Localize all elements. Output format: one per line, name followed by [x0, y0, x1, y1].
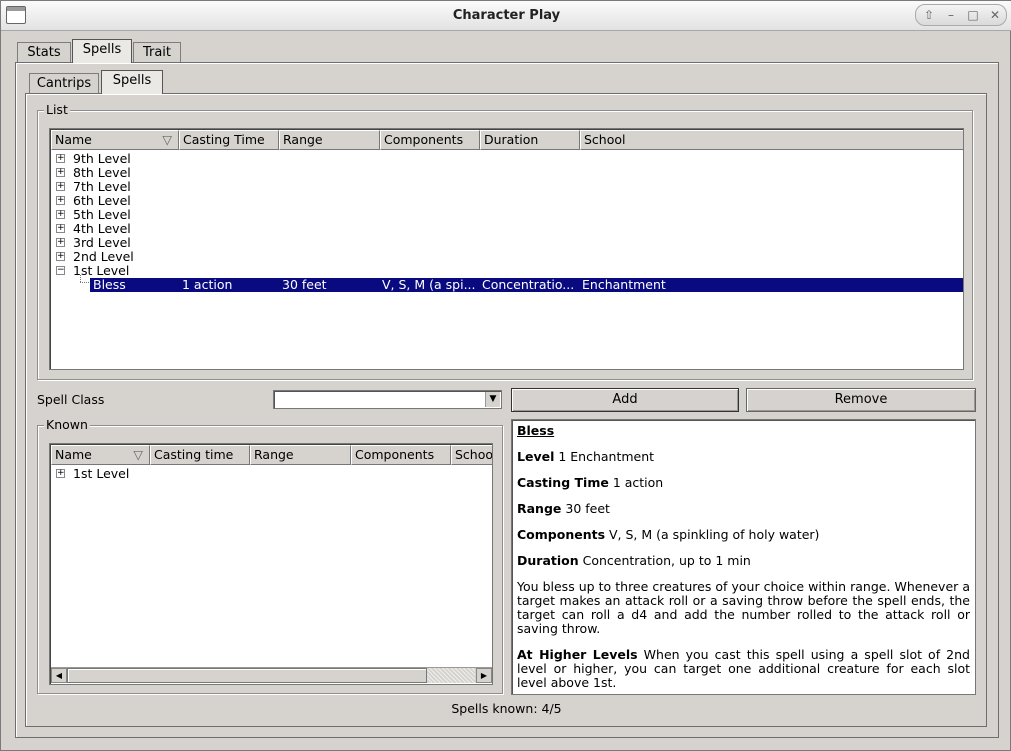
- column-header-school[interactable]: School: [580, 130, 963, 150]
- spell-class-label: Spell Class: [37, 392, 105, 407]
- known-group-title: Known: [44, 417, 90, 432]
- column-header-range[interactable]: Range: [250, 445, 351, 465]
- minimize-icon[interactable]: –: [942, 7, 960, 23]
- tab-cantrips[interactable]: Cantrips: [29, 73, 99, 94]
- detail-components: Components V, S, M (a spinkling of holy …: [517, 527, 820, 542]
- title-bar: Character Play ⇧ – □ ✕: [1, 1, 1011, 31]
- window-controls: ⇧ – □ ✕: [915, 4, 1007, 26]
- add-button[interactable]: Add: [511, 388, 739, 412]
- scroll-left-icon[interactable]: ◀: [51, 668, 67, 683]
- expand-icon[interactable]: +: [56, 168, 65, 177]
- column-header-name[interactable]: Name ▽: [51, 445, 150, 465]
- column-header-components[interactable]: Components: [351, 445, 451, 465]
- spell-detail-panel: Bless Level 1 Enchantment Casting Time 1…: [511, 419, 976, 695]
- column-header-components[interactable]: Components: [380, 130, 480, 150]
- column-header-school[interactable]: Schoo: [451, 445, 492, 465]
- sort-arrow-icon: ▽: [162, 132, 172, 147]
- column-header-name[interactable]: Name ▽: [51, 130, 179, 150]
- cell-school: Enchantment: [582, 278, 666, 292]
- tree-row-9th-level[interactable]: 9th Level: [73, 152, 131, 166]
- column-header-range[interactable]: Range: [279, 130, 380, 150]
- known-spells-tree[interactable]: Name ▽ Casting time Range Components Scho…: [49, 443, 493, 685]
- expand-icon[interactable]: +: [56, 210, 65, 219]
- sort-arrow-icon: ▽: [133, 447, 143, 462]
- column-header-casting-time[interactable]: Casting time: [150, 445, 250, 465]
- shade-icon[interactable]: ⇧: [920, 7, 938, 23]
- detail-duration: Duration Concentration, up to 1 min: [517, 553, 751, 568]
- remove-button[interactable]: Remove: [746, 388, 976, 412]
- scroll-thumb[interactable]: [67, 668, 427, 683]
- expand-icon[interactable]: +: [56, 224, 65, 233]
- tree-branch-line: [80, 282, 89, 283]
- cell-duration: Concentratio...: [482, 278, 575, 292]
- tree-row-7th-level[interactable]: 7th Level: [73, 180, 131, 194]
- cell-name: Bless: [93, 278, 126, 292]
- cell-components: V, S, M (a spi...: [382, 278, 476, 292]
- collapse-icon[interactable]: −: [56, 266, 65, 275]
- expand-icon[interactable]: +: [56, 196, 65, 205]
- window-title: Character Play: [452, 8, 561, 23]
- tab-stats[interactable]: Stats: [17, 42, 71, 63]
- detail-casting-time: Casting Time 1 action: [517, 475, 664, 490]
- tree-row-3rd-level[interactable]: 3rd Level: [73, 236, 131, 250]
- spells-known-status: Spells known: 4/5: [451, 701, 562, 716]
- expand-icon[interactable]: +: [56, 238, 65, 247]
- spell-name: Bless: [517, 423, 555, 438]
- main-window: Character Play ⇧ – □ ✕ Stats Spells Trai…: [0, 0, 1011, 751]
- expand-icon[interactable]: +: [56, 182, 65, 191]
- close-icon[interactable]: ✕: [986, 7, 1004, 23]
- expand-icon[interactable]: +: [56, 469, 65, 478]
- spell-row-selected[interactable]: Bless 1 action 30 feet V, S, M (a spi...…: [90, 278, 963, 292]
- expand-icon[interactable]: +: [56, 154, 65, 163]
- detail-description: You bless up to three creatures of your …: [517, 579, 970, 636]
- maximize-icon[interactable]: □: [964, 7, 982, 23]
- cell-range: 30 feet: [282, 278, 327, 292]
- tab-spells-sub[interactable]: Spells: [101, 70, 163, 94]
- tree-row-2nd-level[interactable]: 2nd Level: [73, 250, 134, 264]
- dropdown-arrow-icon[interactable]: ▼: [485, 392, 500, 407]
- scroll-track[interactable]: [427, 668, 475, 683]
- cell-casting-time: 1 action: [182, 278, 233, 292]
- tree-row-1st-level[interactable]: 1st Level: [73, 264, 129, 278]
- detail-range: Range 30 feet: [517, 501, 610, 516]
- tree-row-8th-level[interactable]: 8th Level: [73, 166, 131, 180]
- tab-trait[interactable]: Trait: [133, 42, 181, 63]
- horizontal-scrollbar[interactable]: ◀ ▶: [51, 667, 492, 683]
- tree-row-4th-level[interactable]: 4th Level: [73, 222, 131, 236]
- tab-spells[interactable]: Spells: [72, 39, 132, 63]
- tree-row-5th-level[interactable]: 5th Level: [73, 208, 131, 222]
- scroll-right-icon[interactable]: ▶: [476, 668, 492, 683]
- list-group-title: List: [44, 102, 70, 117]
- spell-list-tree[interactable]: Name ▽ Casting Time Range Components Dura…: [49, 128, 964, 370]
- tree-branch-line: [80, 275, 81, 282]
- spell-class-combobox[interactable]: ▼: [273, 390, 502, 409]
- detail-higher-levels: At Higher Levels When you cast this spel…: [517, 647, 970, 690]
- column-header-casting-time[interactable]: Casting Time: [179, 130, 279, 150]
- detail-level: Level 1 Enchantment: [517, 449, 655, 464]
- expand-icon[interactable]: +: [56, 252, 65, 261]
- tree-row-1st-level[interactable]: 1st Level: [73, 467, 129, 481]
- tree-row-6th-level[interactable]: 6th Level: [73, 194, 131, 208]
- column-header-duration[interactable]: Duration: [480, 130, 580, 150]
